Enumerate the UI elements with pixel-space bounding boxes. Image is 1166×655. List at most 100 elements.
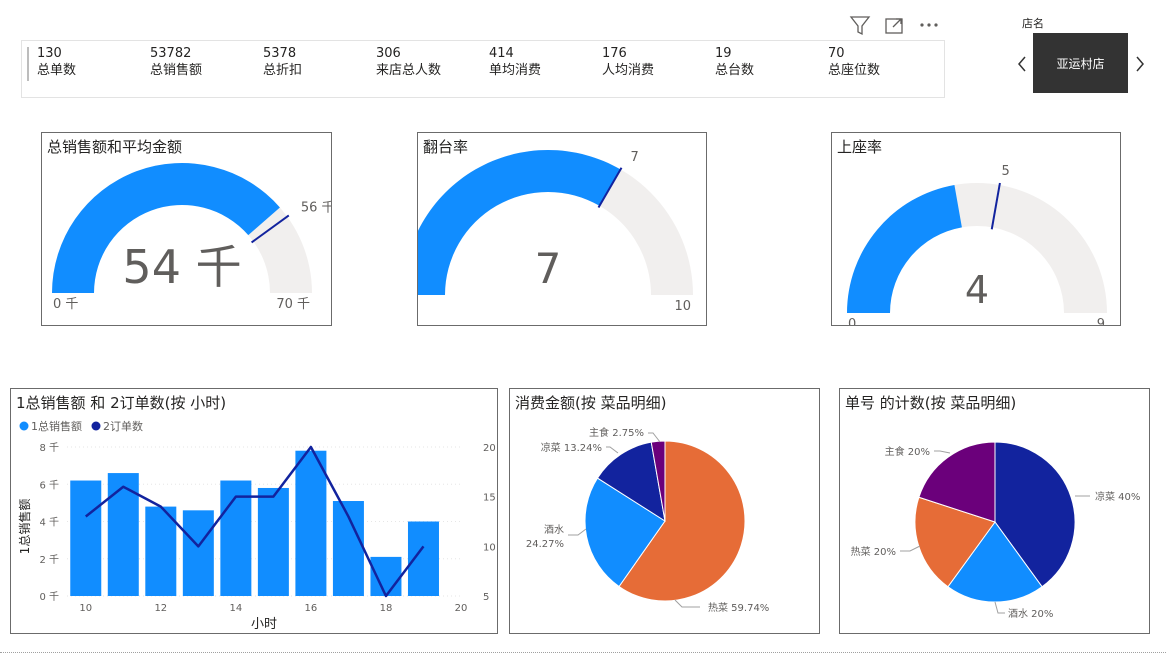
bar[interactable] xyxy=(70,480,102,596)
pie-label-value: 24.27% xyxy=(526,539,564,550)
gauge-fill xyxy=(418,150,621,295)
kpi-item: 19 总台数 xyxy=(715,46,825,80)
kpi-item: 176 人均消费 xyxy=(602,46,712,80)
pie-chart: 热菜 59.74% 酒水 24.27% 凉菜 13.24% 主食 2.75% xyxy=(526,426,769,614)
x-tick: 14 xyxy=(229,603,242,614)
y-axis-title: 1总销售额 xyxy=(17,499,32,555)
gauge-chart: 77110 xyxy=(418,150,693,314)
y-tick-left: 2 千 xyxy=(39,554,59,566)
kpi-label: 来店总人数 xyxy=(376,63,442,78)
gauge-chart: 56 千 54 千 0 千 70 千 xyxy=(52,163,331,312)
kpi-item: 53782 总销售额 xyxy=(150,46,260,80)
kpi-label: 总单数 xyxy=(37,63,77,78)
gauge-panel-occupancy[interactable]: 上座率 5409 xyxy=(831,132,1121,326)
pie-leader-line xyxy=(674,599,700,608)
bar[interactable] xyxy=(370,556,402,596)
gauge-value: 54 千 xyxy=(122,240,241,294)
gauge-value: 4 xyxy=(965,268,989,312)
y-tick-right: 10 xyxy=(483,542,496,553)
gauge-target-label: 56 千 xyxy=(301,201,331,216)
kpi-value: 130 xyxy=(37,46,62,61)
gauge-target-label: 7 xyxy=(631,150,639,165)
kpi-card: 130 总单数 53782 总销售额 5378 总折扣 306 来店总人数 414 单均消… xyxy=(21,40,945,98)
slicer-title: 店名 xyxy=(1022,17,1044,30)
pie-label: 热菜 59.74% xyxy=(708,601,769,614)
combo-chart: 1总销售额 2订单数 0 千 2 千 4 千 6 千 8 千 5 10 15 20 10 12 14 16 1… xyxy=(17,419,496,632)
pie-label: 凉菜 40% xyxy=(1095,490,1140,503)
page-bottom-border xyxy=(0,652,1166,653)
combo-chart-panel[interactable]: 1总销售额 和 2订单数(按 小时) 1总销售额 2订单数 0 千2 千4 千6 千… xyxy=(10,388,498,634)
slicer-selected-store[interactable]: 亚运村店 xyxy=(1033,33,1128,93)
kpi-item: 130 总单数 xyxy=(37,46,147,80)
pie-label: 酒水 xyxy=(544,524,564,536)
gauge-target-label: 5 xyxy=(1002,164,1010,179)
kpi-label: 总销售额 xyxy=(150,63,203,78)
y-tick-left: 4 千 xyxy=(39,517,59,529)
y-tick-right: 20 xyxy=(483,443,496,454)
pie-chart: 凉菜 40% 酒水 20% 热菜 20% 主食 20% xyxy=(851,441,1140,620)
bar[interactable] xyxy=(145,506,177,596)
pie-panel-amount[interactable]: 消费金额(按 菜品明细) 热菜 59.74% 酒水 24.27% 凉菜 13.24% 主… xyxy=(509,388,820,634)
gauge-chart: 5 4 0 9 xyxy=(847,164,1107,325)
kpi-label: 总折扣 xyxy=(263,63,303,78)
gauge-value: 7 xyxy=(535,244,562,293)
pie-leader-line xyxy=(934,450,951,454)
x-tick: 16 xyxy=(305,603,318,614)
kpi-value: 5378 xyxy=(263,46,297,61)
x-tick: 18 xyxy=(380,603,393,614)
x-tick: 20 xyxy=(455,603,468,614)
y-tick-left: 8 千 xyxy=(39,442,59,454)
y-tick-left: 0 千 xyxy=(39,591,59,603)
pie-label: 酒水 20% xyxy=(1008,608,1053,620)
visual-toolbar xyxy=(845,14,945,38)
y-tick-right: 15 xyxy=(483,493,496,504)
filter-icon[interactable] xyxy=(849,16,871,36)
kpi-label: 单均消费 xyxy=(489,63,542,78)
kpi-value: 176 xyxy=(602,46,627,61)
kpi-value: 70 xyxy=(828,46,845,61)
gauge-max-label: 9 xyxy=(1097,317,1105,325)
kpi-label: 总座位数 xyxy=(828,63,881,78)
pie-panel-count[interactable]: 单号 的计数(按 菜品明细) 凉菜 40% 酒水 20% 热菜 20% 主食 20% xyxy=(839,388,1150,634)
gauge-panel-turnover[interactable]: 翻台率 77110 xyxy=(417,132,707,326)
kpi-item: 306 来店总人数 xyxy=(376,46,486,80)
chevron-right-icon[interactable] xyxy=(1133,54,1147,74)
gauge-min-label: 0 xyxy=(848,317,856,325)
legend-label: 1总销售额 xyxy=(31,419,82,433)
gauge-fill xyxy=(847,184,962,313)
pie-leader-line xyxy=(900,545,921,552)
kpi-item: 5378 总折扣 xyxy=(263,46,373,80)
pie-label: 热菜 20% xyxy=(851,545,896,558)
y-tick-left: 6 千 xyxy=(39,479,59,491)
x-tick: 12 xyxy=(154,603,167,614)
y-tick-right: 5 xyxy=(483,592,489,603)
pie-leader-line xyxy=(648,432,661,443)
more-options-icon[interactable] xyxy=(920,23,938,27)
pie-label: 主食 2.75% xyxy=(589,426,644,439)
kpi-label: 人均消费 xyxy=(602,63,655,78)
gauge-min-label: 0 千 xyxy=(53,297,78,312)
legend-marker xyxy=(19,421,29,431)
kpi-value: 53782 xyxy=(150,46,192,61)
focus-mode-icon[interactable] xyxy=(885,18,903,34)
legend-marker xyxy=(91,421,101,431)
pie-leader-line xyxy=(606,446,619,454)
bar[interactable] xyxy=(295,450,327,596)
x-tick: 10 xyxy=(79,603,92,614)
bar[interactable] xyxy=(257,487,289,596)
pie-label: 凉菜 13.24% xyxy=(541,441,602,454)
bar[interactable] xyxy=(182,510,214,596)
kpi-value: 414 xyxy=(489,46,514,61)
kpi-value: 306 xyxy=(376,46,401,61)
pie-leader-line xyxy=(568,528,587,536)
gauge-max-label: 70 千 xyxy=(276,297,310,312)
gauge-panel-sales[interactable]: 总销售额和平均金额 56 千 54 千0 千 70 千 xyxy=(41,132,332,326)
pie-leader-line xyxy=(994,601,1005,614)
kpi-item: 414 单均消费 xyxy=(489,46,599,80)
pie-label: 主食 20% xyxy=(885,445,930,458)
x-axis-title: 小时 xyxy=(251,617,277,632)
chevron-left-icon[interactable] xyxy=(1015,54,1029,74)
kpi-value: 19 xyxy=(715,46,732,61)
legend-label: 2订单数 xyxy=(103,420,143,433)
gauge-max-label: 10 xyxy=(674,299,691,314)
